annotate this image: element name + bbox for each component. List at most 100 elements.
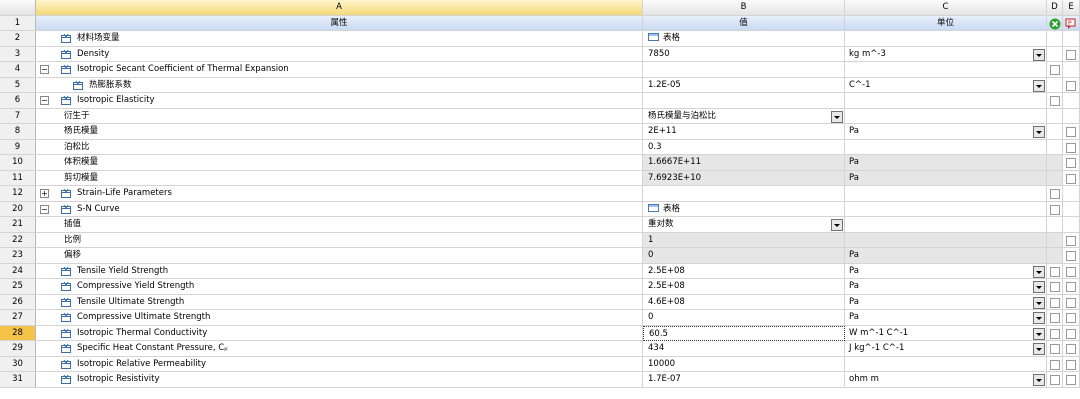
value-cell[interactable] xyxy=(643,62,845,78)
collapse-icon[interactable]: − xyxy=(40,96,49,105)
value-cell[interactable]: 2.5E+08 xyxy=(643,263,845,279)
parameter-checkbox[interactable] xyxy=(1066,173,1076,184)
property-cell[interactable]: − S-N Curve xyxy=(36,201,643,217)
property-cell[interactable]: 体积模量 xyxy=(36,155,643,171)
parameter-checkbox[interactable] xyxy=(1050,344,1060,354)
collapse-icon[interactable]: − xyxy=(40,65,49,74)
parameter-checkbox[interactable] xyxy=(1050,313,1060,323)
property-cell[interactable]: Tensile Ultimate Strength xyxy=(36,294,643,310)
parameter-checkbox[interactable] xyxy=(1050,266,1060,277)
table-row[interactable]: 4− Isotropic Secant Coefficient of Therma… xyxy=(0,62,1080,78)
table-row[interactable]: 27 Compressive Ultimate Strength 0 Pa xyxy=(0,310,1080,326)
dropdown-arrow-icon[interactable] xyxy=(1033,296,1045,309)
property-cell[interactable]: 衍生于 xyxy=(36,108,643,124)
table-row[interactable]: 22 比例 1 xyxy=(0,232,1080,248)
property-cell[interactable]: 剪切模量 xyxy=(36,170,643,186)
dropdown-arrow-icon[interactable] xyxy=(1033,312,1045,324)
parameter-checkbox[interactable] xyxy=(1066,328,1076,339)
row-number[interactable]: 28 xyxy=(0,325,36,341)
value-cell[interactable]: 2E+11 xyxy=(643,124,845,140)
parameter-checkbox[interactable] xyxy=(1050,189,1060,199)
row-number[interactable]: 31 xyxy=(0,372,36,388)
parameter-checkbox[interactable] xyxy=(1050,375,1060,385)
unit-cell[interactable] xyxy=(845,62,1047,78)
property-cell[interactable]: 偏移 xyxy=(36,248,643,264)
table-row[interactable]: 28 Isotropic Thermal Conductivity 60.5 W m^… xyxy=(0,325,1080,341)
property-cell[interactable]: 杨氏模量 xyxy=(36,124,643,140)
row-number[interactable]: 1 xyxy=(0,15,36,31)
value-cell[interactable]: 表格 xyxy=(643,31,845,47)
parameter-checkbox[interactable] xyxy=(1050,96,1060,106)
row-number[interactable]: 29 xyxy=(0,341,36,357)
row-number[interactable]: 22 xyxy=(0,232,36,248)
property-cell[interactable]: − Isotropic Elasticity xyxy=(36,93,643,109)
table-row[interactable]: 21 插值 重对数 xyxy=(0,217,1080,233)
table-row[interactable]: 23 偏移 0 Pa xyxy=(0,248,1080,264)
value-cell[interactable]: 杨氏模量与泊松比 xyxy=(643,108,845,124)
property-cell[interactable]: Compressive Ultimate Strength xyxy=(36,310,643,326)
expand-icon[interactable]: + xyxy=(40,189,49,198)
unit-cell[interactable]: Pa xyxy=(845,155,1047,171)
dropdown-arrow-icon[interactable] xyxy=(831,110,843,123)
row-number[interactable]: 26 xyxy=(0,294,36,310)
unit-cell[interactable]: C^-1 xyxy=(845,77,1047,93)
property-cell[interactable]: Compressive Yield Strength xyxy=(36,279,643,295)
dropdown-arrow-icon[interactable] xyxy=(1033,327,1045,340)
unit-cell[interactable] xyxy=(845,93,1047,109)
parameter-checkbox[interactable] xyxy=(1066,80,1076,91)
value-cell[interactable] xyxy=(643,186,845,202)
row-number[interactable]: 30 xyxy=(0,356,36,372)
table-row[interactable]: 20− S-N Curve 表格 xyxy=(0,201,1080,217)
value-cell[interactable]: 1.7E-07 xyxy=(643,372,845,388)
parameter-checkbox[interactable] xyxy=(1050,65,1060,75)
column-header-e[interactable]: E xyxy=(1063,0,1080,16)
parameter-icon[interactable]: P xyxy=(1063,15,1080,31)
row-number[interactable]: 12 xyxy=(0,186,36,202)
parameter-checkbox[interactable] xyxy=(1066,266,1076,277)
parameter-checkbox[interactable] xyxy=(1050,328,1060,339)
table-row[interactable]: 24 Tensile Yield Strength 2.5E+08 Pa xyxy=(0,263,1080,279)
table-row[interactable]: 3 Density 7850 kg m^-3 xyxy=(0,46,1080,62)
dropdown-arrow-icon[interactable] xyxy=(831,219,843,231)
column-header-d[interactable]: D xyxy=(1047,0,1063,16)
value-cell[interactable]: 重对数 xyxy=(643,217,845,233)
column-header-b[interactable]: B xyxy=(643,0,845,16)
unit-cell[interactable]: kg m^-3 xyxy=(845,46,1047,62)
property-cell[interactable]: Isotropic Thermal Conductivity xyxy=(36,325,643,341)
value-cell[interactable] xyxy=(643,93,845,109)
table-row[interactable]: 2 材料场变量 表格 xyxy=(0,31,1080,47)
value-cell[interactable]: 4.6E+08 xyxy=(643,294,845,310)
row-number[interactable]: 27 xyxy=(0,310,36,326)
row-number[interactable]: 4 xyxy=(0,62,36,78)
row-number[interactable]: 23 xyxy=(0,248,36,264)
table-row[interactable]: 25 Compressive Yield Strength 2.5E+08 Pa xyxy=(0,279,1080,295)
dropdown-arrow-icon[interactable] xyxy=(1033,374,1045,386)
row-number[interactable]: 10 xyxy=(0,155,36,171)
value-cell[interactable]: 2.5E+08 xyxy=(643,279,845,295)
unit-cell[interactable] xyxy=(845,201,1047,217)
property-cell[interactable]: 泊松比 xyxy=(36,139,643,155)
table-row[interactable]: 7 衍生于 杨氏模量与泊松比 xyxy=(0,108,1080,124)
column-header-a[interactable]: A xyxy=(36,0,643,16)
property-cell[interactable]: Isotropic Relative Permeability xyxy=(36,356,643,372)
value-cell[interactable]: 10000 xyxy=(643,356,845,372)
unit-cell[interactable]: Pa xyxy=(845,294,1047,310)
row-number[interactable]: 24 xyxy=(0,263,36,279)
property-cell[interactable]: + Strain-Life Parameters xyxy=(36,186,643,202)
parameter-checkbox[interactable] xyxy=(1066,313,1076,323)
column-header-c[interactable]: C xyxy=(845,0,1047,16)
row-number[interactable]: 7 xyxy=(0,108,36,124)
value-cell[interactable]: 1.6667E+11 xyxy=(643,155,845,171)
parameter-checkbox[interactable] xyxy=(1066,359,1076,370)
unit-cell[interactable] xyxy=(845,139,1047,155)
dropdown-arrow-icon[interactable] xyxy=(1033,79,1045,92)
value-cell[interactable]: 1 xyxy=(643,232,845,248)
table-row[interactable]: 8 杨氏模量 2E+11 Pa xyxy=(0,124,1080,140)
unit-cell[interactable] xyxy=(845,186,1047,202)
value-cell[interactable]: 7.6923E+10 xyxy=(643,170,845,186)
unit-cell[interactable] xyxy=(845,108,1047,124)
property-cell[interactable]: Tensile Yield Strength xyxy=(36,263,643,279)
parameter-checkbox[interactable] xyxy=(1066,158,1076,168)
row-number[interactable]: 25 xyxy=(0,279,36,295)
unit-cell[interactable]: ohm m xyxy=(845,372,1047,388)
